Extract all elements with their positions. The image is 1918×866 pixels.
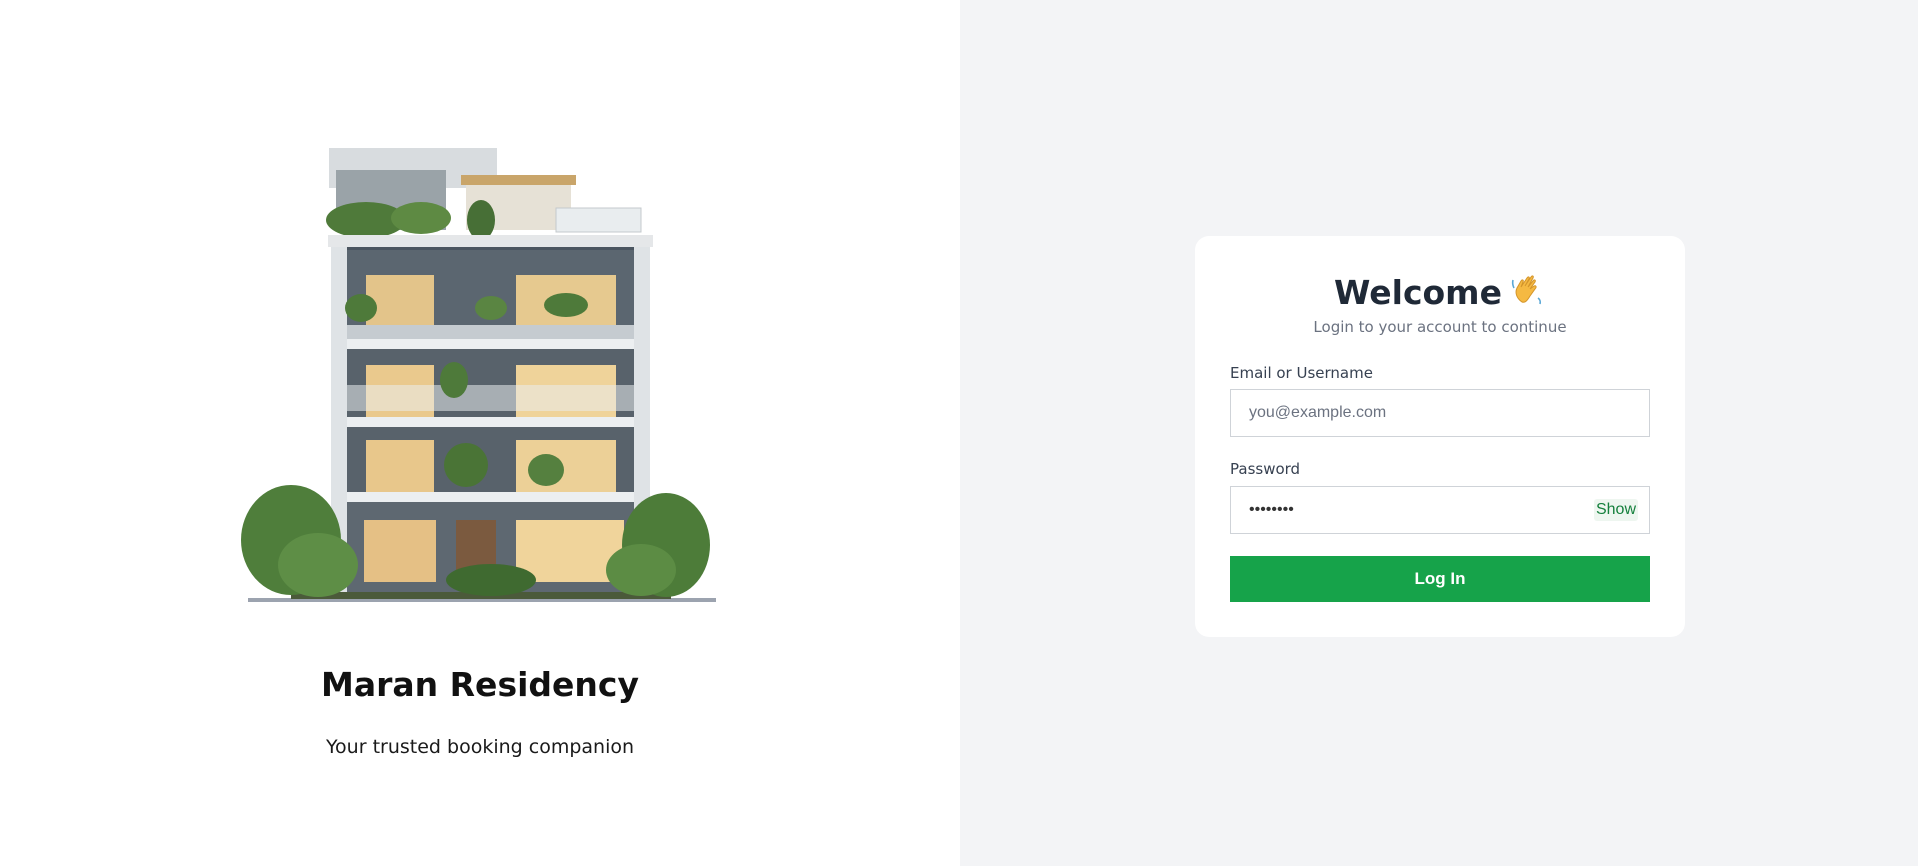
login-panel: Welcome Login to your account to continu… bbox=[960, 0, 1918, 866]
password-input[interactable] bbox=[1230, 486, 1650, 534]
password-field: Show bbox=[1230, 486, 1650, 534]
email-label: Email or Username bbox=[1230, 364, 1373, 382]
show-password-button[interactable]: Show bbox=[1593, 499, 1638, 521]
login-card: Welcome Login to your account to continu… bbox=[1195, 236, 1685, 637]
email-input[interactable] bbox=[1230, 389, 1650, 437]
waving-hand-icon bbox=[1510, 272, 1546, 316]
welcome-heading: Welcome bbox=[1195, 272, 1685, 316]
building-illustration bbox=[241, 148, 716, 602]
welcome-heading-text: Welcome bbox=[1334, 273, 1502, 312]
brand-tagline: Your trusted booking companion bbox=[325, 736, 635, 758]
brand-name: Maran Residency bbox=[321, 665, 639, 704]
login-button[interactable]: Log In bbox=[1230, 556, 1650, 602]
password-label: Password bbox=[1230, 460, 1301, 478]
branding-panel: Maran Residency Your trusted booking com… bbox=[0, 0, 960, 866]
login-subtitle: Login to your account to continue bbox=[1313, 318, 1567, 336]
